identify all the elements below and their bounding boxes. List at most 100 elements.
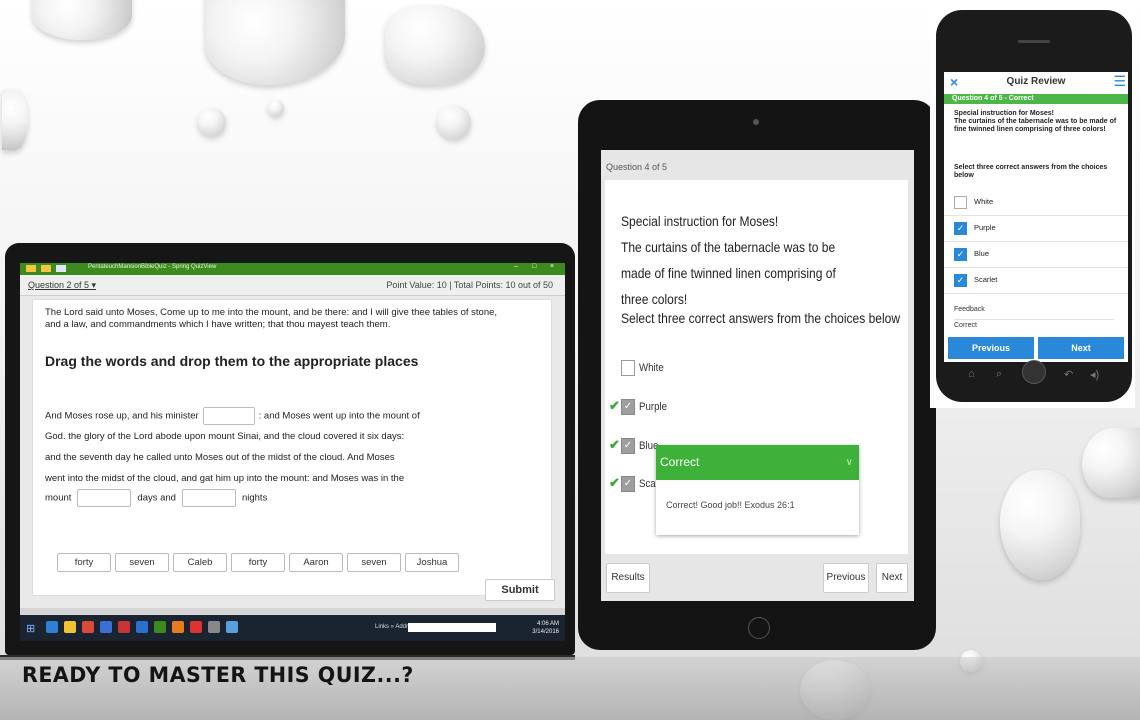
volume-icon[interactable]: ◂): [1090, 368, 1099, 381]
question-label: Question 4 of 5: [606, 162, 668, 172]
word-chip[interactable]: Aaron: [289, 553, 343, 572]
word-chip[interactable]: forty: [57, 553, 111, 572]
question-selector[interactable]: Question 2 of 5 ▾: [28, 280, 96, 291]
fill-blank-line: And Moses rose up, and his minister : and…: [45, 407, 525, 425]
close-button[interactable]: ×: [550, 263, 554, 270]
select-instruction: Select three correct answers from the ch…: [954, 164, 1108, 179]
sentence-text: and the seventh day he called unto Moses…: [45, 452, 395, 463]
edge-icon[interactable]: [46, 621, 58, 633]
taskbar-clock: 4:06 AM 3/14/2016: [532, 620, 559, 636]
checkbox[interactable]: [621, 360, 635, 376]
water-drop: [437, 105, 471, 139]
window-titlebar: PentateuchMansionBibleQuiz - Spring Quiz…: [20, 263, 565, 275]
address-input[interactable]: [408, 623, 496, 632]
checkbox-checked[interactable]: ✓: [621, 438, 635, 454]
home-icon[interactable]: ⌂: [968, 368, 975, 380]
correct-check-icon: ✔: [609, 475, 620, 490]
drop-target[interactable]: [77, 489, 132, 507]
app-icon[interactable]: [172, 621, 184, 633]
next-button[interactable]: Next: [876, 563, 908, 593]
windows-taskbar: ⊞ Links » Address 4:06 AM 3/14/2016: [20, 615, 565, 641]
tablet-screen: Question 4 of 5 Special instruction for …: [601, 150, 914, 601]
app-icon[interactable]: [118, 621, 130, 633]
laptop-screen: PentateuchMansionBibleQuiz - Spring Quiz…: [20, 263, 565, 641]
sentence-text: days and: [137, 492, 176, 504]
checkbox-checked[interactable]: ✓: [621, 476, 635, 492]
question-prompt: Special instruction for Moses! The curta…: [954, 110, 1117, 133]
popup-header[interactable]: Correct ∨: [656, 445, 859, 480]
previous-button[interactable]: Previous: [948, 337, 1034, 359]
water-drop: [2, 90, 28, 150]
clock-date: 3/14/2016: [532, 629, 559, 635]
windows-start-icon[interactable]: ⊞: [26, 622, 38, 635]
sentence-text: mount: [45, 492, 72, 504]
checkbox-checked[interactable]: ✓: [954, 248, 967, 261]
status-banner: Question 4 of 5 - Correct: [944, 94, 1128, 104]
explorer-icon[interactable]: [64, 621, 76, 633]
water-drop: [198, 108, 226, 136]
sentence-text: And Moses rose up, and his minister: [45, 410, 199, 422]
question-bar: Question 2 of 5 ▾ Point Value: 10 | Tota…: [20, 275, 565, 296]
answer-option[interactable]: ✓ Blue: [944, 242, 1128, 268]
window-title: PentateuchMansionBibleQuiz - Spring Quiz…: [88, 264, 217, 270]
app-icon[interactable]: [136, 621, 148, 633]
drop-target[interactable]: [202, 407, 255, 425]
word-chip[interactable]: forty: [231, 553, 285, 572]
chevron-down-icon[interactable]: ∨: [846, 445, 853, 480]
option-label: White: [639, 362, 664, 374]
speaker-grille: [1018, 40, 1050, 43]
instruction-heading: Drag the words and drop them to the appr…: [45, 353, 419, 369]
water-drop: [1082, 428, 1140, 498]
checkbox-checked[interactable]: ✓: [954, 222, 967, 235]
word-chip[interactable]: Joshua: [405, 553, 459, 572]
option-label: Scarlet: [974, 275, 998, 284]
feedback-popup: Correct ∨ Correct! Good job!! Exodus 26:…: [656, 445, 859, 535]
option-label: Blue: [974, 249, 990, 258]
tagline: READY TO MASTER THIS QUIZ...?: [22, 663, 414, 687]
app-icon: [26, 265, 76, 272]
feedback-label: Feedback: [954, 306, 985, 313]
camera-icon: [753, 119, 759, 125]
menu-icon[interactable]: ☰: [1113, 73, 1126, 90]
tablet-device: Question 4 of 5 Special instruction for …: [578, 100, 936, 650]
water-drop: [268, 100, 284, 116]
app-icon[interactable]: [226, 621, 238, 633]
checkbox-checked[interactable]: ✓: [954, 274, 967, 287]
submit-button[interactable]: Submit: [485, 579, 555, 601]
previous-button[interactable]: Previous: [823, 563, 869, 593]
answer-option[interactable]: ✓ Scarlet: [944, 268, 1128, 294]
word-chip[interactable]: Caleb: [173, 553, 227, 572]
home-button[interactable]: [1022, 360, 1046, 384]
phone-header: × Quiz Review ☰: [944, 72, 1128, 94]
phone-screen: × Quiz Review ☰ Question 4 of 5 - Correc…: [944, 72, 1128, 362]
sentence-text: nights: [241, 492, 268, 504]
maximize-button[interactable]: □: [532, 263, 536, 270]
app-icon[interactable]: [154, 621, 166, 633]
fill-blank-line: mount days and nights: [45, 489, 525, 507]
drop-target[interactable]: [181, 489, 236, 507]
home-button[interactable]: [748, 617, 770, 639]
laptop-device: PentateuchMansionBibleQuiz - Spring Quiz…: [5, 243, 575, 655]
phone-title: Quiz Review: [1006, 76, 1066, 87]
answer-option[interactable]: ✓ Purple: [944, 216, 1128, 242]
app-icon[interactable]: [208, 621, 220, 633]
mail-icon[interactable]: [100, 621, 112, 633]
water-drop: [205, 0, 345, 85]
search-icon[interactable]: ⌕: [996, 368, 1002, 381]
chrome-icon[interactable]: [82, 621, 94, 633]
next-button[interactable]: Next: [1038, 337, 1124, 359]
back-icon[interactable]: ↶: [1064, 368, 1073, 381]
word-chip[interactable]: seven: [347, 553, 401, 572]
minimize-button[interactable]: –: [514, 263, 518, 270]
answer-option[interactable]: White: [944, 190, 1128, 216]
option-label: Purple: [974, 223, 996, 232]
popup-body: Correct! Good job!! Exodus 26:1: [666, 500, 795, 510]
results-button[interactable]: Results: [606, 563, 650, 593]
correct-check-icon: ✔: [609, 437, 620, 452]
word-chip[interactable]: seven: [115, 553, 169, 572]
checkbox[interactable]: [954, 196, 967, 209]
popup-title: Correct: [660, 455, 700, 469]
app-icon[interactable]: [190, 621, 202, 633]
checkbox-checked[interactable]: ✓: [621, 399, 635, 415]
sentence-text: : and Moses went up into the mount of: [258, 410, 420, 422]
